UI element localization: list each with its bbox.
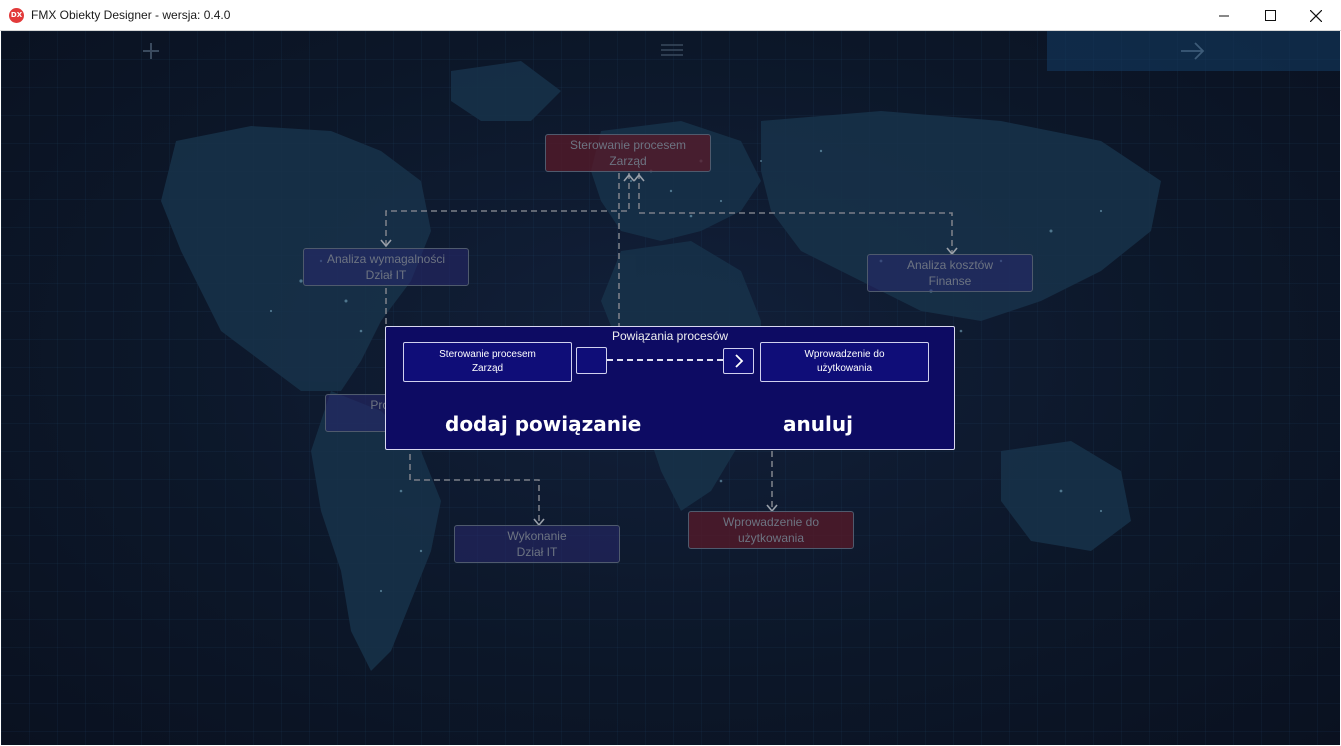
source-process-box[interactable]: Sterowanie procesem Zarząd (403, 342, 572, 382)
cancel-button[interactable]: anuluj (783, 412, 853, 436)
process-title: Wprowadzenie do (722, 515, 820, 529)
process-department: Zarząd (609, 154, 647, 168)
process-department: Finanse (928, 274, 972, 288)
arrow-right-icon[interactable] (1181, 42, 1205, 65)
add-link-button[interactable]: dodaj powiązanie (445, 412, 641, 436)
link-dashed-line (607, 359, 723, 361)
app-logo-icon: DX (9, 8, 24, 23)
process-title: Analiza kosztów (906, 258, 994, 272)
target-process-title: Wprowadzenie do (804, 349, 885, 360)
source-process-department: Zarząd (471, 363, 504, 374)
process-box[interactable]: Wprowadzenie do użytkowania (688, 511, 854, 549)
process-link-dialog: Powiązania procesów Sterowanie procesem … (385, 326, 955, 450)
add-icon[interactable] (141, 41, 161, 66)
process-title: Analiza wymagalności (326, 252, 446, 266)
process-title: Wykonanie (507, 529, 567, 543)
process-box[interactable]: Analiza kosztów Finanse (867, 254, 1033, 292)
target-process-box[interactable]: Wprowadzenie do użytkowania (760, 342, 929, 382)
minimize-icon (1219, 15, 1229, 16)
process-box[interactable]: Wykonanie Dział IT (454, 525, 620, 563)
process-box[interactable]: Analiza wymagalności Dział IT (303, 248, 469, 286)
process-title: Sterowanie procesem (569, 138, 687, 152)
process-department: użytkowania (737, 531, 805, 545)
minimize-button[interactable] (1201, 0, 1247, 31)
window-titlebar: DX FMX Obiekty Designer - wersja: 0.4.0 (0, 0, 1341, 31)
close-button[interactable] (1293, 0, 1339, 31)
target-process-department: użytkowania (816, 363, 873, 374)
dialog-title: Powiązania procesów (611, 329, 729, 343)
process-department: Dział IT (516, 545, 558, 559)
maximize-button[interactable] (1247, 0, 1293, 31)
link-type-button[interactable] (576, 347, 607, 374)
close-icon (1310, 9, 1322, 22)
chevron-right-icon (734, 354, 743, 368)
window-title: FMX Obiekty Designer - wersja: 0.4.0 (31, 8, 231, 22)
maximize-icon (1264, 10, 1276, 21)
process-department: Dział IT (365, 268, 407, 282)
menu-icon[interactable] (661, 43, 683, 62)
link-direction-button[interactable] (723, 348, 754, 374)
process-box[interactable]: Sterowanie procesem Zarząd (545, 134, 711, 172)
source-process-title: Sterowanie procesem (439, 349, 536, 360)
